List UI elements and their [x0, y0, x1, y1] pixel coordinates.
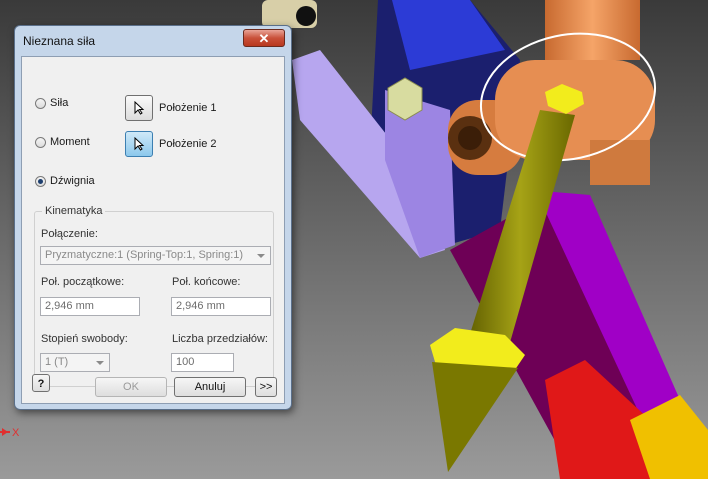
- dof-dropdown[interactable]: 1 (T): [40, 353, 110, 372]
- start-position-label: Poł. początkowe:: [41, 276, 125, 288]
- cancel-button-label: Anuluj: [194, 381, 226, 393]
- axis-x-label: X: [12, 427, 20, 439]
- dof-value: 1 (T): [45, 356, 69, 368]
- dialog-client-area: Siła Moment Dźwignia Położenie 1 Położen…: [21, 56, 285, 404]
- dof-label: Stopień swobody:: [41, 333, 128, 345]
- position-1-select-button[interactable]: [125, 95, 153, 121]
- close-icon: ✕: [258, 31, 270, 46]
- intervals-value: 100: [176, 356, 195, 368]
- option-sila-label: Siła: [50, 97, 69, 109]
- connection-value: Pryzmatyczne:1 (Spring-Top:1, Spring:1): [45, 249, 244, 261]
- end-position-input[interactable]: 2,946 mm: [171, 297, 271, 316]
- start-position-input[interactable]: 2,946 mm: [40, 297, 140, 316]
- arrow-cursor-icon: [134, 101, 145, 115]
- connection-label: Połączenie:: [41, 228, 98, 240]
- expand-button[interactable]: >>: [255, 377, 277, 397]
- option-dzwignia[interactable]: Dźwignia: [35, 173, 95, 189]
- chevron-down-icon: [96, 361, 104, 365]
- cancel-button[interactable]: Anuluj: [174, 377, 246, 397]
- end-position-value: 2,946 mm: [176, 300, 225, 312]
- expand-button-label: >>: [259, 381, 273, 393]
- purple-bracket-face: [385, 90, 455, 258]
- arrow-cursor-icon: [134, 137, 145, 151]
- intervals-label: Liczba przedziałów:: [172, 333, 268, 345]
- kinematics-group-title: Kinematyka: [42, 205, 106, 217]
- intervals-input[interactable]: 100: [171, 353, 234, 372]
- ok-button[interactable]: OK: [95, 377, 167, 397]
- radio-dzwignia[interactable]: [35, 175, 46, 187]
- option-dzwignia-label: Dźwignia: [50, 175, 95, 187]
- option-moment[interactable]: Moment: [35, 134, 90, 150]
- knob-part: [262, 0, 317, 28]
- connection-dropdown[interactable]: Pryzmatyczne:1 (Spring-Top:1, Spring:1): [40, 246, 271, 265]
- question-mark-icon: ?: [37, 378, 45, 390]
- start-position-value: 2,946 mm: [45, 300, 94, 312]
- unknown-force-dialog: Nieznana siła ✕ Siła Moment Dźwignia Poł…: [14, 25, 292, 410]
- end-position-label: Poł. końcowe:: [172, 276, 241, 288]
- position-2-select-button[interactable]: [125, 131, 153, 157]
- axis-triad: [0, 428, 10, 436]
- close-button[interactable]: ✕: [243, 29, 285, 47]
- option-moment-label: Moment: [50, 136, 90, 148]
- radio-moment[interactable]: [35, 136, 46, 148]
- dialog-title: Nieznana siła: [23, 34, 96, 48]
- ok-button-label: OK: [123, 381, 139, 393]
- chevron-down-icon: [257, 254, 265, 258]
- dialog-titlebar[interactable]: Nieznana siła ✕: [15, 26, 291, 56]
- help-button[interactable]: ?: [32, 374, 50, 392]
- radio-sila[interactable]: [35, 97, 46, 109]
- option-sila[interactable]: Siła: [35, 95, 68, 111]
- position-1-label: Położenie 1: [159, 102, 217, 114]
- position-2-label: Położenie 2: [159, 138, 217, 150]
- rod-cone-tip: [432, 362, 518, 472]
